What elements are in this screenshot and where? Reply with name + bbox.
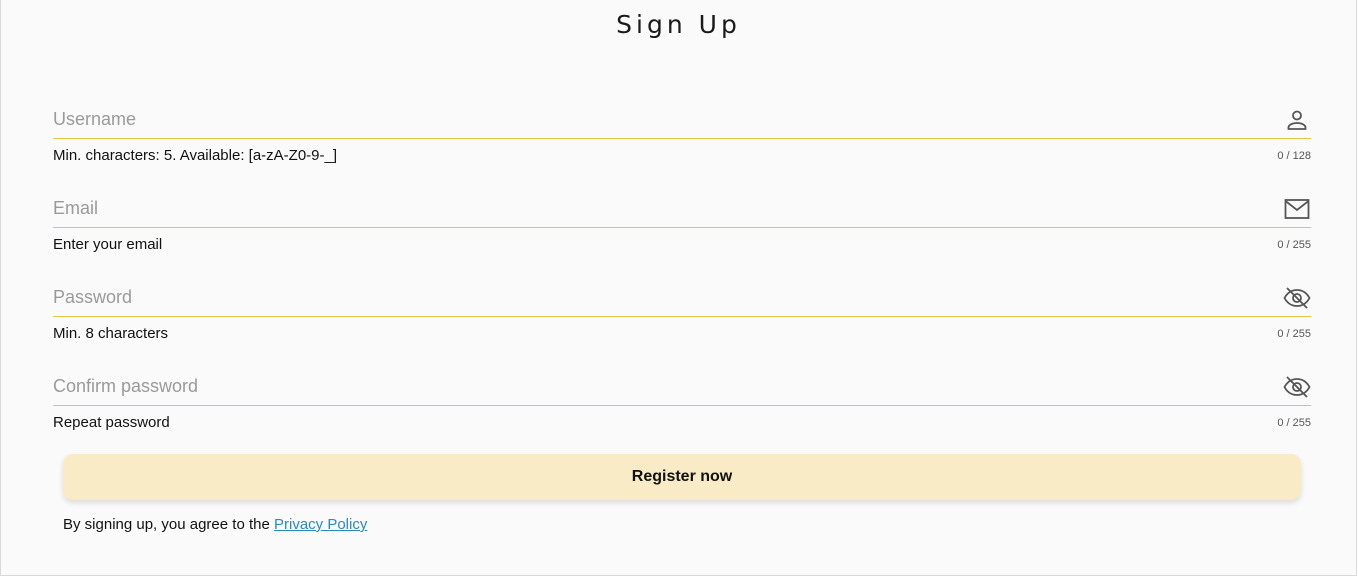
password-field-group: Min. 8 characters 0 / 255: [53, 278, 1311, 362]
eye-off-icon[interactable]: [1283, 284, 1311, 312]
password-hint: Min. 8 characters: [53, 325, 169, 342]
person-icon: [1283, 106, 1311, 134]
page-title: Sign Up: [616, 10, 741, 39]
agreement-text: By signing up, you agree to the: [63, 516, 274, 533]
signup-card: Sign Up Min. characters: 5. Available: […: [0, 0, 1357, 576]
username-field-group: Min. characters: 5. Available: [a-zA-Z0-…: [53, 100, 1311, 184]
username-hint: Min. characters: 5. Available: [a-zA-Z0-…: [53, 147, 338, 164]
username-input[interactable]: [53, 100, 1253, 138]
username-underline: [53, 138, 1311, 139]
confirm-password-counter: 0 / 255: [1277, 417, 1311, 429]
eye-off-icon[interactable]: [1283, 373, 1311, 401]
register-button[interactable]: Register now: [63, 454, 1301, 500]
email-input[interactable]: [53, 189, 1253, 227]
email-underline: [53, 227, 1311, 228]
username-counter: 0 / 128: [1277, 150, 1311, 162]
email-hint: Enter your email: [53, 236, 163, 253]
privacy-agreement: By signing up, you agree to the Privacy …: [63, 516, 367, 533]
email-counter: 0 / 255: [1277, 239, 1311, 251]
privacy-policy-link[interactable]: Privacy Policy: [274, 516, 367, 533]
password-counter: 0 / 255: [1277, 328, 1311, 340]
password-input[interactable]: [53, 278, 1253, 316]
email-field-group: Enter your email 0 / 255: [53, 189, 1311, 273]
mail-icon: [1283, 195, 1311, 223]
confirm-password-field-group: Repeat password 0 / 255: [53, 367, 1311, 451]
confirm-password-input[interactable]: [53, 367, 1253, 405]
confirm-password-hint: Repeat password: [53, 414, 170, 431]
password-underline: [53, 316, 1311, 317]
confirm-password-underline: [53, 405, 1311, 406]
